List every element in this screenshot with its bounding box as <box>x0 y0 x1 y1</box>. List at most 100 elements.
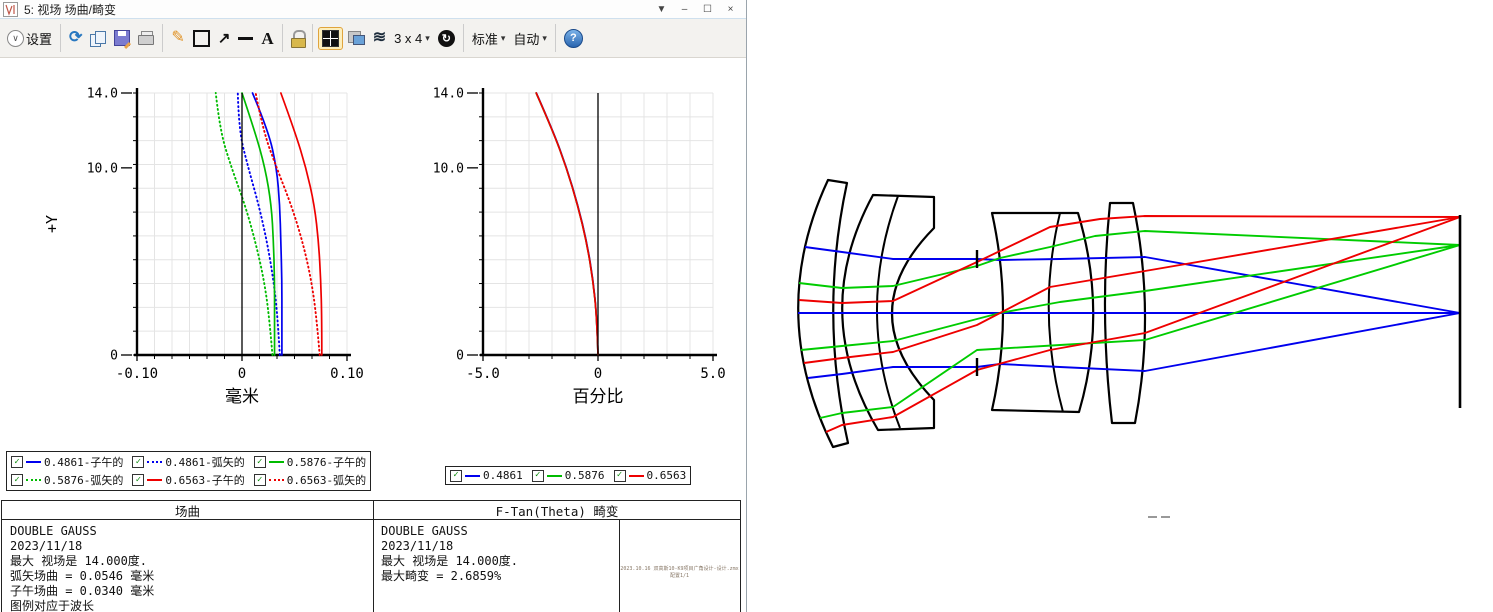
distortion-legend: ✓0.4861✓0.5876✓0.6563 <box>445 466 691 485</box>
legend-line-sample <box>465 475 480 477</box>
checkbox-checked-icon[interactable]: ✓ <box>11 474 23 486</box>
grid-size-dropdown[interactable]: 3 x 4 ▾ <box>391 29 433 48</box>
y-axis-title: +Y <box>43 215 61 233</box>
auto-update-button[interactable]: ↻ <box>435 28 458 49</box>
title-bar: 5: 视场 场曲/畸变 ▼ – ☐ × <box>0 0 746 19</box>
curve-0.4861 <box>536 93 598 355</box>
layers-button[interactable]: ≋ <box>370 28 389 48</box>
table-header-field-curvature: 场曲 <box>2 501 374 519</box>
window-title: 5: 视场 场曲/畸变 <box>24 1 116 18</box>
toolbar: ∨ 设置 ⟳ ✎ ↗ A ≋ 3 x 4 ▾ ↻ <box>0 19 746 58</box>
curve-0.6563 <box>536 93 598 355</box>
line-tool-button[interactable] <box>235 35 256 42</box>
print-icon <box>138 31 154 45</box>
help-icon: ? <box>564 29 583 48</box>
field-curvature-legend: ✓0.4861-子午的✓0.4861-弧矢的✓0.5876-子午的✓0.5876… <box>6 451 371 491</box>
plot: 14.010.00-5.005.0百分比 <box>433 87 726 408</box>
legend-item: ✓ 0.4861-弧矢的 <box>132 454 244 470</box>
standard-dropdown[interactable]: 标准 ▾ <box>469 27 509 50</box>
window-menu-button[interactable]: ▼ <box>654 4 669 15</box>
arrow-icon: ↗ <box>218 31 231 46</box>
checkbox-checked-icon[interactable]: ✓ <box>132 474 144 486</box>
table-line: DOUBLE GAUSS <box>381 524 518 539</box>
settings-label: 设置 <box>26 29 52 48</box>
field-curvature-summary: DOUBLE GAUSS2023/11/18最大 视场是 14.000度.弧矢场… <box>10 524 154 612</box>
legend-line-sample <box>629 475 644 477</box>
checkbox-checked-icon[interactable]: ✓ <box>532 470 544 482</box>
legend-item: ✓0.4861 <box>450 469 523 482</box>
auto-dropdown[interactable]: 自动 ▾ <box>510 27 550 50</box>
x-tick-label: -5.0 <box>466 366 500 382</box>
copy-icon <box>90 31 106 46</box>
table-line: 图例对应于波长 <box>10 599 154 612</box>
legend-line-sample <box>269 479 284 481</box>
legend-line-sample <box>269 461 284 463</box>
table-line: 最大畸变 = 2.6859% <box>381 569 518 584</box>
legend-item: ✓0.6563 <box>614 469 687 482</box>
y-tick-label: 10.0 <box>433 161 464 176</box>
minimize-button[interactable]: – <box>677 4 692 15</box>
distortion-summary: DOUBLE GAUSS2023/11/18最大 视场是 14.000度.最大畸… <box>381 524 518 584</box>
auto-update-icon: ↻ <box>438 30 455 47</box>
checkbox-checked-icon[interactable]: ✓ <box>254 474 266 486</box>
close-button[interactable]: × <box>723 4 738 15</box>
results-table: 场曲 F-Tan(Theta) 畸变 DOUBLE GAUSS2023/11/1… <box>1 500 741 612</box>
copy-button[interactable] <box>87 29 109 48</box>
arrow-tool-button[interactable]: ↗ <box>215 29 234 48</box>
toolbar-separator <box>60 24 61 52</box>
clone-window-button[interactable] <box>345 29 368 47</box>
table-line: 子午场曲 = 0.0340 毫米 <box>10 584 154 599</box>
file-footnote: 2023.10.16 双高斯10-K9项目广角设计-设计.zmx配置1/1 <box>620 566 739 580</box>
checkbox-checked-icon[interactable]: ✓ <box>11 456 23 468</box>
grid-view-button[interactable] <box>318 27 343 50</box>
x-axis-title: 百分比 <box>573 387 624 407</box>
checkbox-checked-icon[interactable]: ✓ <box>132 456 144 468</box>
maximize-button[interactable]: ☐ <box>700 4 715 15</box>
table-line: 2023.10.16 双高斯10-K9项目广角设计-设计.zmx <box>620 566 739 573</box>
plot: 14.010.00-0.1000.10毫米+Y <box>43 87 364 408</box>
help-button[interactable]: ? <box>561 27 586 50</box>
lock-button[interactable] <box>288 28 307 48</box>
legend-label: 0.5876-子午的 <box>287 454 366 470</box>
curve-0.5876-弧矢的 <box>216 93 273 355</box>
checkbox-checked-icon[interactable]: ✓ <box>254 456 266 468</box>
table-line: 弧矢场曲 = 0.0546 毫米 <box>10 569 154 584</box>
toolbar-separator <box>282 24 283 52</box>
table-body: DOUBLE GAUSS2023/11/18最大 视场是 14.000度.弧矢场… <box>2 520 740 612</box>
x-tick-label: 0.10 <box>330 366 364 382</box>
save-button[interactable] <box>111 28 133 48</box>
rectangle-tool-button[interactable] <box>190 28 213 49</box>
y-tick-label: 0 <box>110 349 118 364</box>
print-button[interactable] <box>135 29 157 47</box>
screenshot-root: 5: 视场 场曲/畸变 ▼ – ☐ × ∨ 设置 ⟳ ✎ ↗ A <box>0 0 1493 612</box>
legend-line-sample <box>26 479 41 481</box>
ray-trace <box>805 247 1460 313</box>
y-tick-label: 10.0 <box>87 161 118 176</box>
window-controls: ▼ – ☐ × <box>654 4 746 15</box>
table-line: 最大 视场是 14.000度. <box>10 554 154 569</box>
curve-0.6563-弧矢的 <box>256 93 320 355</box>
legend-label: 0.5876 <box>565 469 605 482</box>
refresh-button[interactable]: ⟳ <box>66 28 85 48</box>
table-divider <box>373 520 374 612</box>
grid-size-label: 3 x 4 <box>394 31 422 46</box>
y-tick-label: 0 <box>456 349 464 364</box>
toolbar-separator <box>555 24 556 52</box>
table-header-distortion: F-Tan(Theta) 畸变 <box>374 501 740 519</box>
toolbar-separator <box>463 24 464 52</box>
table-line: 2023/11/18 <box>381 539 518 554</box>
curve-0.6563-子午的 <box>281 93 322 355</box>
curve-0.4861-子午的 <box>253 93 282 355</box>
pencil-tool-button[interactable]: ✎ <box>168 28 187 48</box>
y-tick-label: 14.0 <box>87 87 118 102</box>
pencil-icon: ✎ <box>171 30 184 46</box>
settings-button[interactable]: ∨ 设置 <box>4 27 55 50</box>
text-tool-button[interactable]: A <box>258 28 276 49</box>
legend-label: 0.6563-子午的 <box>165 472 244 488</box>
checkbox-checked-icon[interactable]: ✓ <box>450 470 462 482</box>
table-line: 最大 视场是 14.000度. <box>381 554 518 569</box>
legend-item: ✓ 0.6563-弧矢的 <box>254 472 366 488</box>
legend-label: 0.6563-弧矢的 <box>287 472 366 488</box>
legend-label: 0.4861-弧矢的 <box>165 454 244 470</box>
checkbox-checked-icon[interactable]: ✓ <box>614 470 626 482</box>
